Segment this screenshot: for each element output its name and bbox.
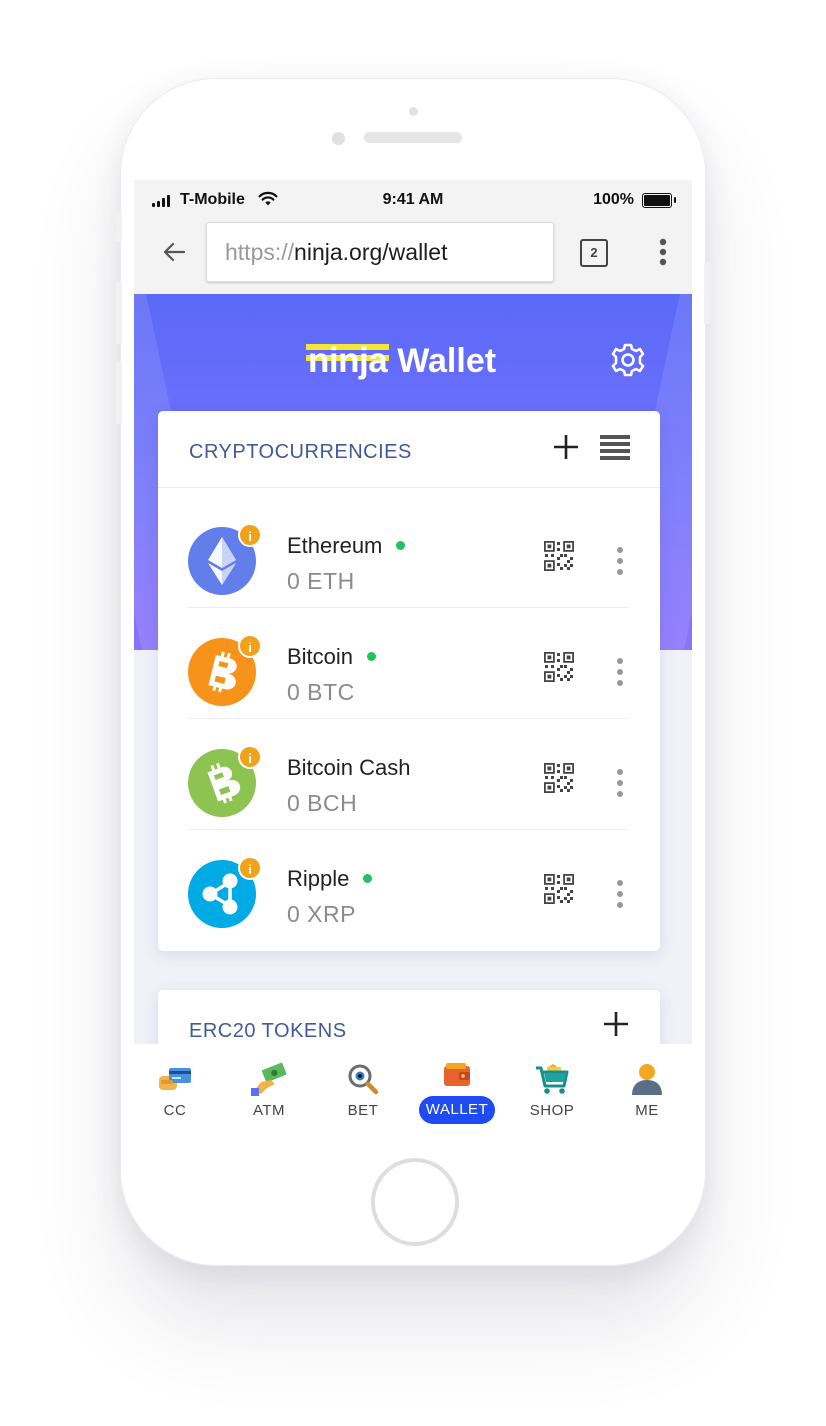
nav-label: BET — [347, 1102, 379, 1119]
nav-label: WALLET — [419, 1096, 495, 1124]
qr-code-icon[interactable] — [544, 652, 574, 682]
ninja-wallet-logo: ninja Wallet — [306, 338, 497, 380]
qr-code-icon[interactable] — [544, 763, 574, 793]
coin-name: Ripple — [287, 866, 350, 891]
browser-toolbar: https://ninja.org/wallet 2 — [134, 220, 692, 294]
cryptocurrencies-card: CRYPTOCURRENCIES i Ethereum 0 ETH i Bitc… — [158, 411, 660, 951]
list-view-icon[interactable] — [600, 433, 630, 463]
coin-menu-icon[interactable] — [616, 879, 624, 909]
wallet-icon — [444, 1063, 470, 1086]
info-badge[interactable]: i — [238, 523, 262, 547]
nav-item-wallet[interactable]: WALLET — [410, 1058, 504, 1124]
nav-item-cc[interactable]: CC — [134, 1058, 222, 1124]
nav-item-atm[interactable]: ATM — [222, 1058, 316, 1124]
coin-balance: 0 BTC — [287, 679, 355, 705]
earpiece-speaker — [364, 132, 462, 143]
logo-wallet-text: Wallet — [397, 342, 497, 380]
coin-balance: 0 BCH — [287, 790, 358, 816]
nav-label: SHOP — [529, 1102, 575, 1119]
gear-icon[interactable] — [610, 342, 646, 378]
battery-icon — [642, 193, 676, 208]
volume-down-button — [116, 362, 122, 424]
nav-label: ME — [635, 1102, 659, 1119]
phone-screen: T-Mobile 9:41 AM 100% https://ninja.org/… — [134, 180, 692, 1128]
coin-name: Bitcoin — [287, 644, 354, 669]
cryptocurrencies-title: CRYPTOCURRENCIES — [189, 441, 412, 463]
back-arrow-icon[interactable] — [162, 242, 186, 262]
proximity-sensor — [409, 107, 418, 116]
tab-count-button[interactable]: 2 — [580, 239, 608, 267]
magnifier-eye-icon — [348, 1064, 379, 1095]
coin-balance: 0 XRP — [287, 901, 356, 927]
online-status-dot — [396, 540, 406, 550]
url-protocol: https:// — [225, 238, 295, 265]
coin-menu-icon[interactable] — [616, 657, 624, 687]
nav-item-bet[interactable]: BET — [316, 1058, 410, 1124]
cryptocurrencies-card-header: CRYPTOCURRENCIES — [158, 411, 660, 488]
info-badge[interactable]: i — [238, 634, 262, 658]
nav-label: CC — [163, 1102, 187, 1119]
power-button — [704, 262, 710, 324]
coin-row-ripple[interactable]: i Ripple 0 XRP — [188, 830, 628, 941]
coin-row-ethereum[interactable]: i Ethereum 0 ETH — [188, 497, 628, 608]
coin-row-bitcoin[interactable]: i Bitcoin 0 BTC — [188, 608, 628, 719]
home-button[interactable] — [371, 1158, 459, 1246]
cash-hand-icon — [251, 1062, 287, 1096]
battery-percentage: 100% — [593, 191, 634, 208]
info-badge[interactable]: i — [238, 745, 262, 769]
logo-ninja-text: ninja — [308, 341, 388, 380]
coin-menu-icon[interactable] — [616, 768, 624, 798]
online-status-dot — [363, 873, 373, 883]
online-status-dot — [367, 651, 377, 661]
front-camera — [332, 132, 345, 145]
qr-code-icon[interactable] — [544, 541, 574, 571]
nav-item-shop[interactable]: SHOP — [505, 1058, 599, 1124]
address-bar[interactable]: https://ninja.org/wallet — [206, 222, 554, 282]
add-token-icon[interactable] — [604, 1012, 628, 1036]
mute-switch — [116, 212, 122, 242]
coin-balance: 0 ETH — [287, 568, 355, 594]
coin-name: Bitcoin Cash — [287, 755, 411, 780]
url-host: ninja.org/wallet — [294, 238, 448, 265]
add-crypto-icon[interactable] — [554, 435, 578, 459]
qr-code-icon[interactable] — [544, 874, 574, 904]
coin-menu-icon[interactable] — [616, 546, 624, 576]
info-badge[interactable]: i — [238, 856, 262, 880]
user-icon — [632, 1064, 662, 1095]
status-bar: T-Mobile 9:41 AM 100% — [134, 180, 692, 220]
nav-item-me[interactable]: ME — [600, 1058, 692, 1124]
coin-name: Ethereum — [287, 533, 383, 558]
bottom-navigation: CC ATM BET WALLET SHOP ME — [134, 1044, 692, 1128]
nav-label: ATM — [252, 1102, 286, 1119]
shopping-cart-icon — [536, 1064, 569, 1094]
erc20-tokens-title: ERC20 TOKENS — [189, 1020, 347, 1042]
coin-row-bitcoin-cash[interactable]: i Bitcoin Cash 0 BCH — [188, 719, 628, 830]
volume-up-button — [116, 282, 122, 344]
browser-menu-icon[interactable] — [659, 238, 667, 266]
credit-card-icon — [159, 1068, 191, 1090]
